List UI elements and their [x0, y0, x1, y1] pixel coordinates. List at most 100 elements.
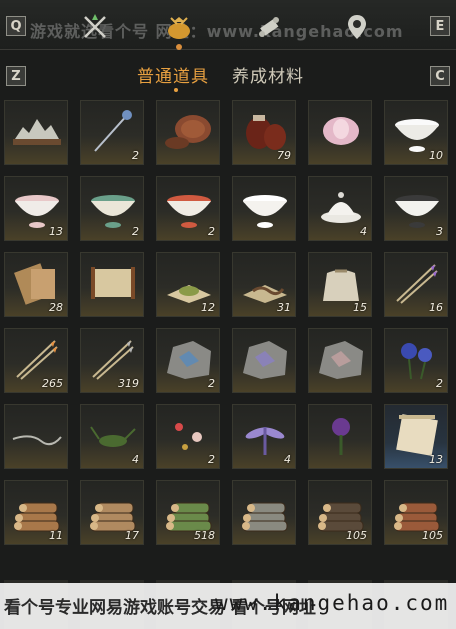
- footer-watermark-url: www.kangehao.com: [215, 591, 450, 615]
- white-bowl-icon: [239, 181, 291, 231]
- herb-powder-icon: [163, 257, 215, 307]
- branch-twig-icon: [11, 409, 63, 459]
- inventory-slot[interactable]: 4: [80, 404, 144, 469]
- crossed-swords-icon[interactable]: [80, 12, 110, 42]
- map-pin-icon[interactable]: [342, 12, 372, 42]
- item-count: 28: [49, 301, 63, 314]
- inventory-slot[interactable]: 2: [156, 404, 220, 469]
- cloth-sack-icon: [315, 257, 367, 307]
- inventory-slot[interactable]: 265: [4, 328, 68, 393]
- item-count: 13: [429, 453, 443, 466]
- inventory-slot[interactable]: 518: [156, 480, 220, 545]
- violet-ore-icon: [239, 333, 291, 383]
- bamboo-slips-icon: [11, 257, 63, 307]
- item-count: 31: [277, 301, 291, 314]
- inventory-slot[interactable]: 4: [308, 176, 372, 241]
- tab-cultivation-materials[interactable]: 养成材料: [232, 62, 304, 87]
- sub-tab-bar: Z 普通道具 养成材料 C: [0, 58, 456, 94]
- purple-herb-icon: [315, 409, 367, 459]
- footer-watermark-banner: 看个号专业网易游戏账号交易 看个号网址 www.kangehao.com: [0, 583, 456, 629]
- pink-ore-icon: [315, 333, 367, 383]
- item-count: 12: [201, 301, 215, 314]
- inventory-slot[interactable]: 79: [232, 100, 296, 165]
- item-count: 319: [118, 377, 139, 390]
- rooster-bowl-icon: [163, 181, 215, 231]
- item-count: 2: [132, 149, 139, 162]
- inventory-slot[interactable]: 10: [384, 100, 448, 165]
- grey-logs-icon: [239, 485, 291, 535]
- fire-arrows-icon: [11, 333, 63, 383]
- scroll-icon[interactable]: [254, 12, 284, 42]
- blue-ore-icon: [163, 333, 215, 383]
- item-count: 2: [436, 377, 443, 390]
- inventory-slot[interactable]: 2: [80, 100, 144, 165]
- inventory-slot[interactable]: 28: [4, 252, 68, 317]
- next-category-key[interactable]: E: [430, 16, 450, 36]
- item-count: 518: [194, 529, 215, 542]
- inventory-slot[interactable]: [308, 404, 372, 469]
- item-count: 4: [360, 225, 367, 238]
- inventory-slot[interactable]: [4, 100, 68, 165]
- paper-scroll-icon: [391, 409, 443, 459]
- inventory-slot[interactable]: [4, 404, 68, 469]
- inventory-slot[interactable]: [80, 252, 144, 317]
- item-count: 11: [49, 529, 63, 542]
- lacquer-box-icon: [163, 105, 215, 155]
- inventory-slot[interactable]: 31: [232, 252, 296, 317]
- inventory-slot[interactable]: 3: [384, 176, 448, 241]
- pine-logs-icon: [11, 485, 63, 535]
- money-bag-icon[interactable]: [164, 12, 194, 42]
- floral-bowl-icon: [11, 181, 63, 231]
- inventory-slot[interactable]: [232, 176, 296, 241]
- rimmed-bowl-icon: [391, 181, 443, 231]
- inventory-slot[interactable]: 17: [80, 480, 144, 545]
- inventory-slot[interactable]: 4: [232, 404, 296, 469]
- inventory-slot[interactable]: 15: [308, 252, 372, 317]
- inventory-grid: 2 79 10 13 2 2 4 3 28 12 31 15 16 265 319 2 2 4 2 4 13 11 17…: [4, 100, 452, 545]
- inventory-slot[interactable]: 2: [156, 328, 220, 393]
- inventory-slot[interactable]: 12: [156, 252, 220, 317]
- item-count: 10: [429, 149, 443, 162]
- bamboo-logs-icon: [163, 485, 215, 535]
- butterflies-icon: [163, 409, 215, 459]
- inventory-slot[interactable]: [232, 480, 296, 545]
- item-count: 2: [132, 225, 139, 238]
- prev-tab-key[interactable]: Z: [6, 66, 26, 86]
- inventory-slot[interactable]: [308, 100, 372, 165]
- item-count: 4: [132, 453, 139, 466]
- inventory-slot[interactable]: 105: [384, 480, 448, 545]
- lidded-cup-icon: [315, 181, 367, 231]
- item-count: 265: [42, 377, 63, 390]
- inventory-slot[interactable]: 13: [4, 176, 68, 241]
- item-count: 79: [277, 149, 291, 162]
- inventory-slot[interactable]: 11: [4, 480, 68, 545]
- prev-category-key[interactable]: Q: [6, 16, 26, 36]
- inventory-slot[interactable]: [232, 328, 296, 393]
- item-count: 2: [208, 225, 215, 238]
- item-count: 15: [353, 301, 367, 314]
- inventory-slot[interactable]: 2: [384, 328, 448, 393]
- item-count: 16: [429, 301, 443, 314]
- lotus-flower-icon: [315, 105, 367, 155]
- ornate-hairpin-icon: [87, 105, 139, 155]
- inventory-slot[interactable]: 2: [156, 176, 220, 241]
- cedar-logs-icon: [87, 485, 139, 535]
- inventory-slot[interactable]: [308, 328, 372, 393]
- tab-common-items[interactable]: 普通道具: [137, 62, 209, 87]
- dark-logs-icon: [315, 485, 367, 535]
- item-count: 3: [436, 225, 443, 238]
- inventory-slot[interactable]: 13: [384, 404, 448, 469]
- inventory-slot[interactable]: 2: [80, 176, 144, 241]
- inventory-slot[interactable]: 105: [308, 480, 372, 545]
- inventory-slot[interactable]: [156, 100, 220, 165]
- cricket-icon: [87, 409, 139, 459]
- purple-arrows-icon: [391, 257, 443, 307]
- inventory-slot[interactable]: 319: [80, 328, 144, 393]
- item-count: 4: [284, 453, 291, 466]
- item-count: 13: [49, 225, 63, 238]
- item-count: 2: [208, 453, 215, 466]
- inventory-slot[interactable]: 16: [384, 252, 448, 317]
- wine-jars-icon: [239, 105, 291, 155]
- next-tab-key[interactable]: C: [430, 66, 450, 86]
- red-logs-icon: [391, 485, 443, 535]
